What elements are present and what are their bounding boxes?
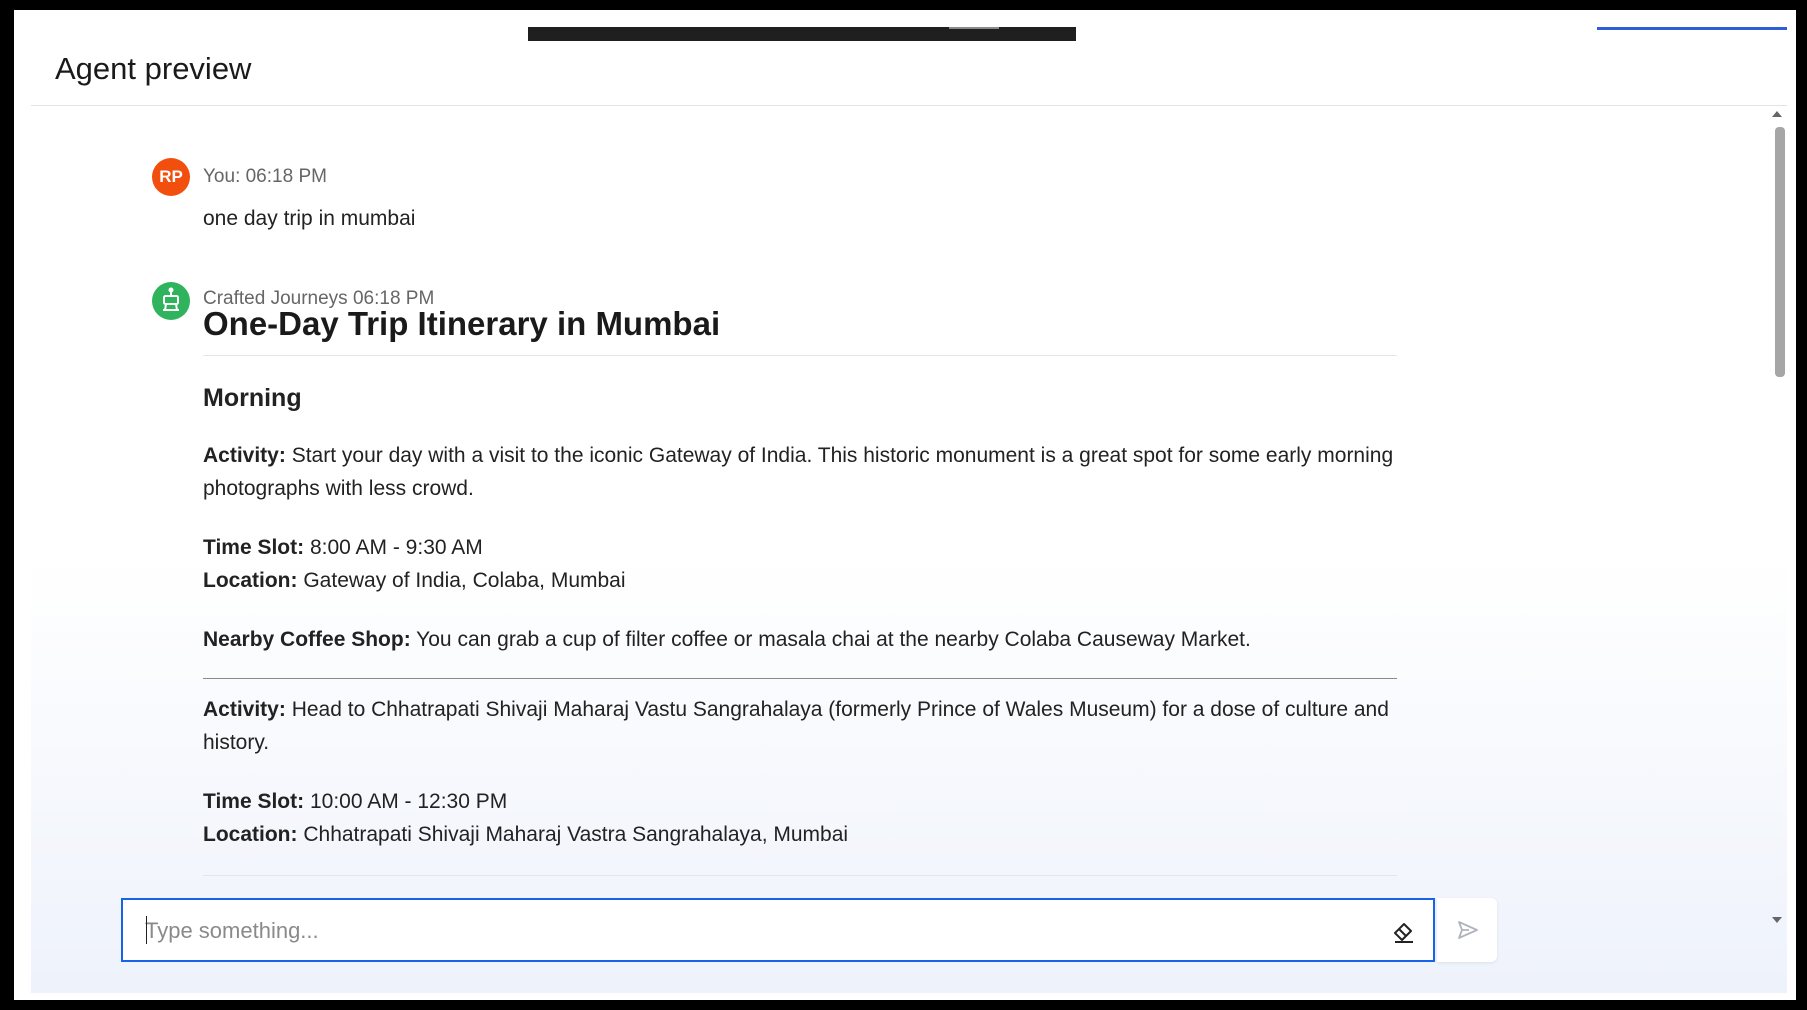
timeslot-text: 8:00 AM - 9:30 AM — [309, 536, 483, 559]
send-button[interactable] — [1437, 898, 1497, 962]
avatar: RP — [152, 158, 190, 196]
location-line: Location: Chhatrapati Shivaji Maharaj Va… — [203, 818, 1397, 851]
divider — [203, 355, 1397, 356]
activity-text: Head to Chhatrapati Shivaji Maharaj Vast… — [203, 698, 1389, 754]
send-icon — [1458, 921, 1478, 939]
coffee-line: Nearby Coffee Shop: You can grab a cup o… — [203, 623, 1397, 656]
window-top-accent — [1597, 27, 1787, 30]
location-line: Location: Gateway of India, Colaba, Mumb… — [203, 564, 1397, 597]
scroll-down-arrow-icon[interactable] — [1772, 917, 1782, 923]
location-text: Gateway of India, Colaba, Mumbai — [303, 569, 626, 592]
location-label: Location: — [203, 823, 298, 846]
message-meta: You: 06:18 PM — [203, 166, 327, 187]
location-text: Chhatrapati Shivaji Maharaj Vastra Sangr… — [303, 823, 849, 846]
timeslot-text: 10:00 AM - 12:30 PM — [309, 790, 508, 813]
scroll-up-arrow-icon[interactable] — [1772, 111, 1782, 117]
coffee-text: You can grab a cup of filter coffee or m… — [416, 628, 1251, 651]
message-text: one day trip in mumbai — [203, 207, 416, 230]
timeslot-line: Time Slot: 10:00 AM - 12:30 PM — [203, 785, 1397, 818]
page-title: Agent preview — [55, 51, 252, 86]
message-composer — [121, 898, 1435, 962]
bot-avatar — [152, 282, 190, 320]
timeslot-label: Time Slot: — [203, 536, 305, 559]
activity-label: Activity: — [203, 698, 286, 721]
section-divider — [203, 678, 1397, 679]
text-caret — [146, 916, 147, 944]
message-input[interactable] — [143, 908, 1347, 954]
activity-paragraph: Activity: Head to Chhatrapati Shivaji Ma… — [203, 693, 1397, 759]
section-heading: Morning — [203, 384, 302, 412]
location-label: Location: — [203, 569, 298, 592]
bot-message-content: One-Day Trip Itinerary in Mumbai Morning… — [203, 305, 1397, 876]
timeslot-line: Time Slot: 8:00 AM - 9:30 AM — [203, 531, 1397, 564]
coffee-label: Nearby Coffee Shop: — [203, 628, 411, 651]
activity-text: Start your day with a visit to the iconi… — [203, 444, 1394, 500]
window-top-bar — [528, 27, 1076, 41]
activity-label: Activity: — [203, 444, 286, 467]
scrollbar-thumb[interactable] — [1775, 127, 1785, 377]
divider — [203, 875, 1397, 876]
bot-icon — [163, 287, 179, 311]
eraser-icon[interactable] — [1391, 918, 1417, 944]
itinerary-title: One-Day Trip Itinerary in Mumbai — [203, 305, 721, 342]
activity-paragraph: Activity: Start your day with a visit to… — [203, 439, 1397, 505]
timeslot-label: Time Slot: — [203, 790, 305, 813]
